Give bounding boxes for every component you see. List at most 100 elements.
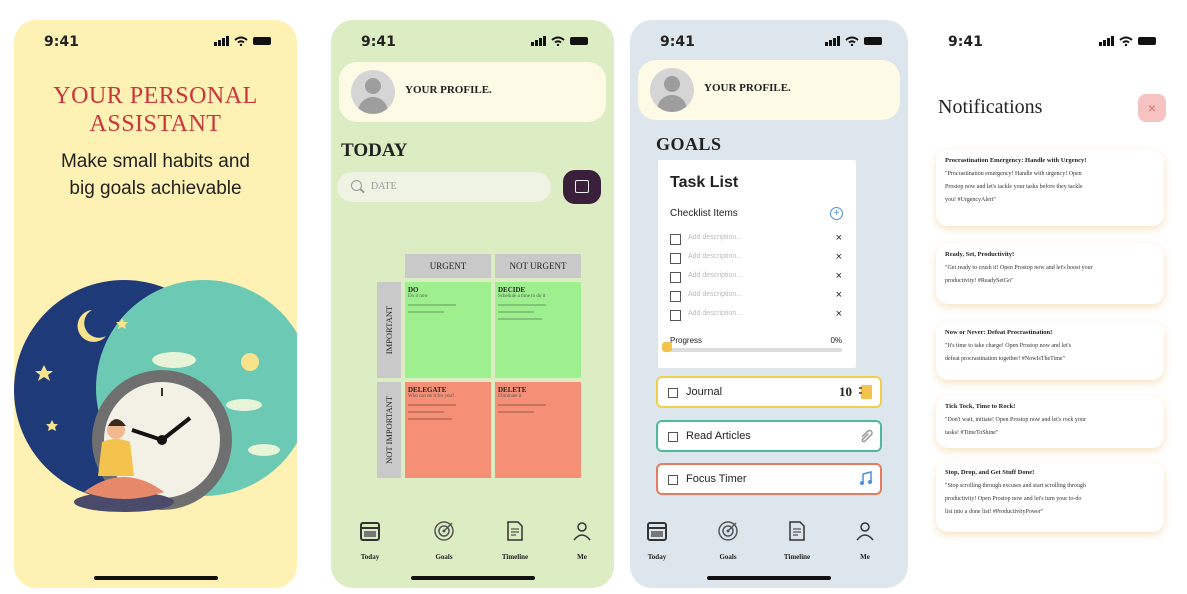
matrix-row-important: IMPORTANT xyxy=(377,282,401,378)
quadrant-do[interactable]: DO Do it now xyxy=(405,282,491,378)
checkbox[interactable] xyxy=(670,291,681,302)
meditation-clock-illustration xyxy=(14,280,297,512)
delete-icon[interactable]: × xyxy=(836,308,842,320)
home-indicator xyxy=(707,576,831,580)
nav-me[interactable]: Me xyxy=(840,520,890,561)
notification-card[interactable]: Ready, Set, Productivity! "Get ready to … xyxy=(936,244,1164,304)
delete-icon[interactable]: × xyxy=(836,251,842,263)
notifications-screen: 9:41 Notifications × Procrastination Eme… xyxy=(918,20,1182,588)
thumbs-up-icon xyxy=(662,342,672,352)
habit-focus-timer[interactable]: Focus Timer xyxy=(656,463,882,495)
target-icon xyxy=(718,521,738,541)
checkbox[interactable] xyxy=(670,272,681,283)
person-icon xyxy=(573,522,591,541)
matrix-col-not-urgent: NOT URGENT xyxy=(495,254,581,278)
tagline: Make small habits and big goals achievab… xyxy=(60,151,251,199)
notification-card[interactable]: Stop, Drop, and Get Stuff Done! "Stop sc… xyxy=(936,462,1164,532)
notebook-icon xyxy=(859,385,872,399)
date-search-input[interactable]: DATE xyxy=(337,172,551,202)
nav-timeline[interactable]: Timeline xyxy=(772,520,822,561)
onboarding-screen: 9:41 YOUR PERSONAL ASSISTANT Make small … xyxy=(14,20,297,588)
checkbox[interactable] xyxy=(668,432,678,442)
task-list-card: Task List Checklist Items + Add descript… xyxy=(658,160,856,368)
profile-label: YOUR PROFILE. xyxy=(405,84,492,96)
nav-me[interactable]: Me xyxy=(557,520,607,561)
delete-icon[interactable]: × xyxy=(836,289,842,301)
matrix-col-urgent: URGENT xyxy=(405,254,491,278)
checklist-row: Add description... × xyxy=(670,308,844,324)
calendar-icon xyxy=(360,522,380,541)
goals-screen: 9:41 YOUR PROFILE. GOALS Task List Check… xyxy=(630,20,908,588)
nav-today[interactable]: Today xyxy=(345,520,395,561)
calendar-icon xyxy=(575,180,589,193)
status-time: 9:41 xyxy=(948,34,983,50)
person-icon xyxy=(856,522,874,541)
progress-value: 0% xyxy=(830,336,842,345)
notification-card[interactable]: Tick Tock, Time to Rock! "Don't wait, in… xyxy=(936,396,1164,448)
wifi-icon xyxy=(234,36,248,46)
checkbox[interactable] xyxy=(668,388,678,398)
wifi-icon xyxy=(845,36,859,46)
checkbox[interactable] xyxy=(668,475,678,485)
music-note-icon xyxy=(860,471,872,485)
status-bar: 9:41 xyxy=(14,34,297,54)
nav-timeline[interactable]: Timeline xyxy=(490,520,540,561)
progress-bar xyxy=(670,348,842,352)
quadrant-decide[interactable]: DECIDE Schedule a time to do it xyxy=(495,282,581,378)
checkbox[interactable] xyxy=(670,310,681,321)
avatar xyxy=(650,68,694,112)
calendar-icon xyxy=(647,522,667,541)
add-item-button[interactable]: + xyxy=(830,207,843,220)
home-indicator xyxy=(93,576,218,580)
task-list-title: Task List xyxy=(670,174,739,191)
document-icon xyxy=(507,521,523,541)
battery-icon xyxy=(1138,37,1156,45)
profile-label: YOUR PROFILE. xyxy=(704,82,791,94)
delete-icon[interactable]: × xyxy=(836,232,842,244)
checkbox[interactable] xyxy=(670,253,681,264)
page-title: Notifications xyxy=(938,96,1043,118)
status-time: 9:41 xyxy=(660,34,695,50)
close-button[interactable]: × xyxy=(1138,94,1166,122)
checklist-row: Add description... × xyxy=(670,270,844,286)
habit-journal[interactable]: Journal 10 xyxy=(656,376,882,408)
matrix-row-not-important: NOT IMPORTANT xyxy=(377,382,401,478)
document-icon xyxy=(789,521,805,541)
signal-icon xyxy=(214,36,229,46)
bottom-nav: Today Goals Timeline Me xyxy=(630,520,908,568)
checklist-row: Add description... × xyxy=(670,251,844,267)
nav-goals[interactable]: Goals xyxy=(419,520,469,561)
page-title: TODAY xyxy=(341,140,408,161)
checkbox[interactable] xyxy=(670,234,681,245)
nav-today[interactable]: Today xyxy=(632,520,682,561)
home-indicator xyxy=(410,576,535,580)
avatar xyxy=(351,70,395,114)
progress-label: Progress xyxy=(670,336,703,345)
today-screen: 9:41 YOUR PROFILE. TODAY DATE URGENT NOT… xyxy=(331,20,614,588)
signal-icon xyxy=(825,36,840,46)
status-bar: 9:41 xyxy=(331,34,614,54)
search-placeholder: DATE xyxy=(371,181,397,192)
target-icon xyxy=(434,521,454,541)
delete-icon[interactable]: × xyxy=(836,270,842,282)
bottom-nav: Today Goals Timeline Me xyxy=(331,520,614,568)
signal-icon xyxy=(1099,36,1114,46)
notification-card[interactable]: Now or Never: Defeat Procrastination! "I… xyxy=(936,322,1164,380)
nav-goals[interactable]: Goals xyxy=(703,520,753,561)
checklist-row: Add description... × xyxy=(670,232,844,248)
calendar-button[interactable] xyxy=(563,170,601,204)
checklist-label: Checklist Items xyxy=(670,208,738,219)
wifi-icon xyxy=(551,36,565,46)
profile-card[interactable]: YOUR PROFILE. xyxy=(638,60,900,120)
habit-read-articles[interactable]: Read Articles xyxy=(656,420,882,452)
signal-icon xyxy=(531,36,546,46)
profile-card[interactable]: YOUR PROFILE. xyxy=(339,62,606,122)
status-bar: 9:41 xyxy=(918,34,1182,54)
paperclip-icon xyxy=(861,429,873,443)
battery-icon xyxy=(570,37,588,45)
checklist-row: Add description... × xyxy=(670,289,844,305)
quadrant-delegate[interactable]: DELEGATE Who can do it for you? xyxy=(405,382,491,478)
notification-card[interactable]: Procrastination Emergency: Handle with U… xyxy=(936,150,1164,226)
status-time: 9:41 xyxy=(361,34,396,50)
quadrant-delete[interactable]: DELETE Eliminate it xyxy=(495,382,581,478)
